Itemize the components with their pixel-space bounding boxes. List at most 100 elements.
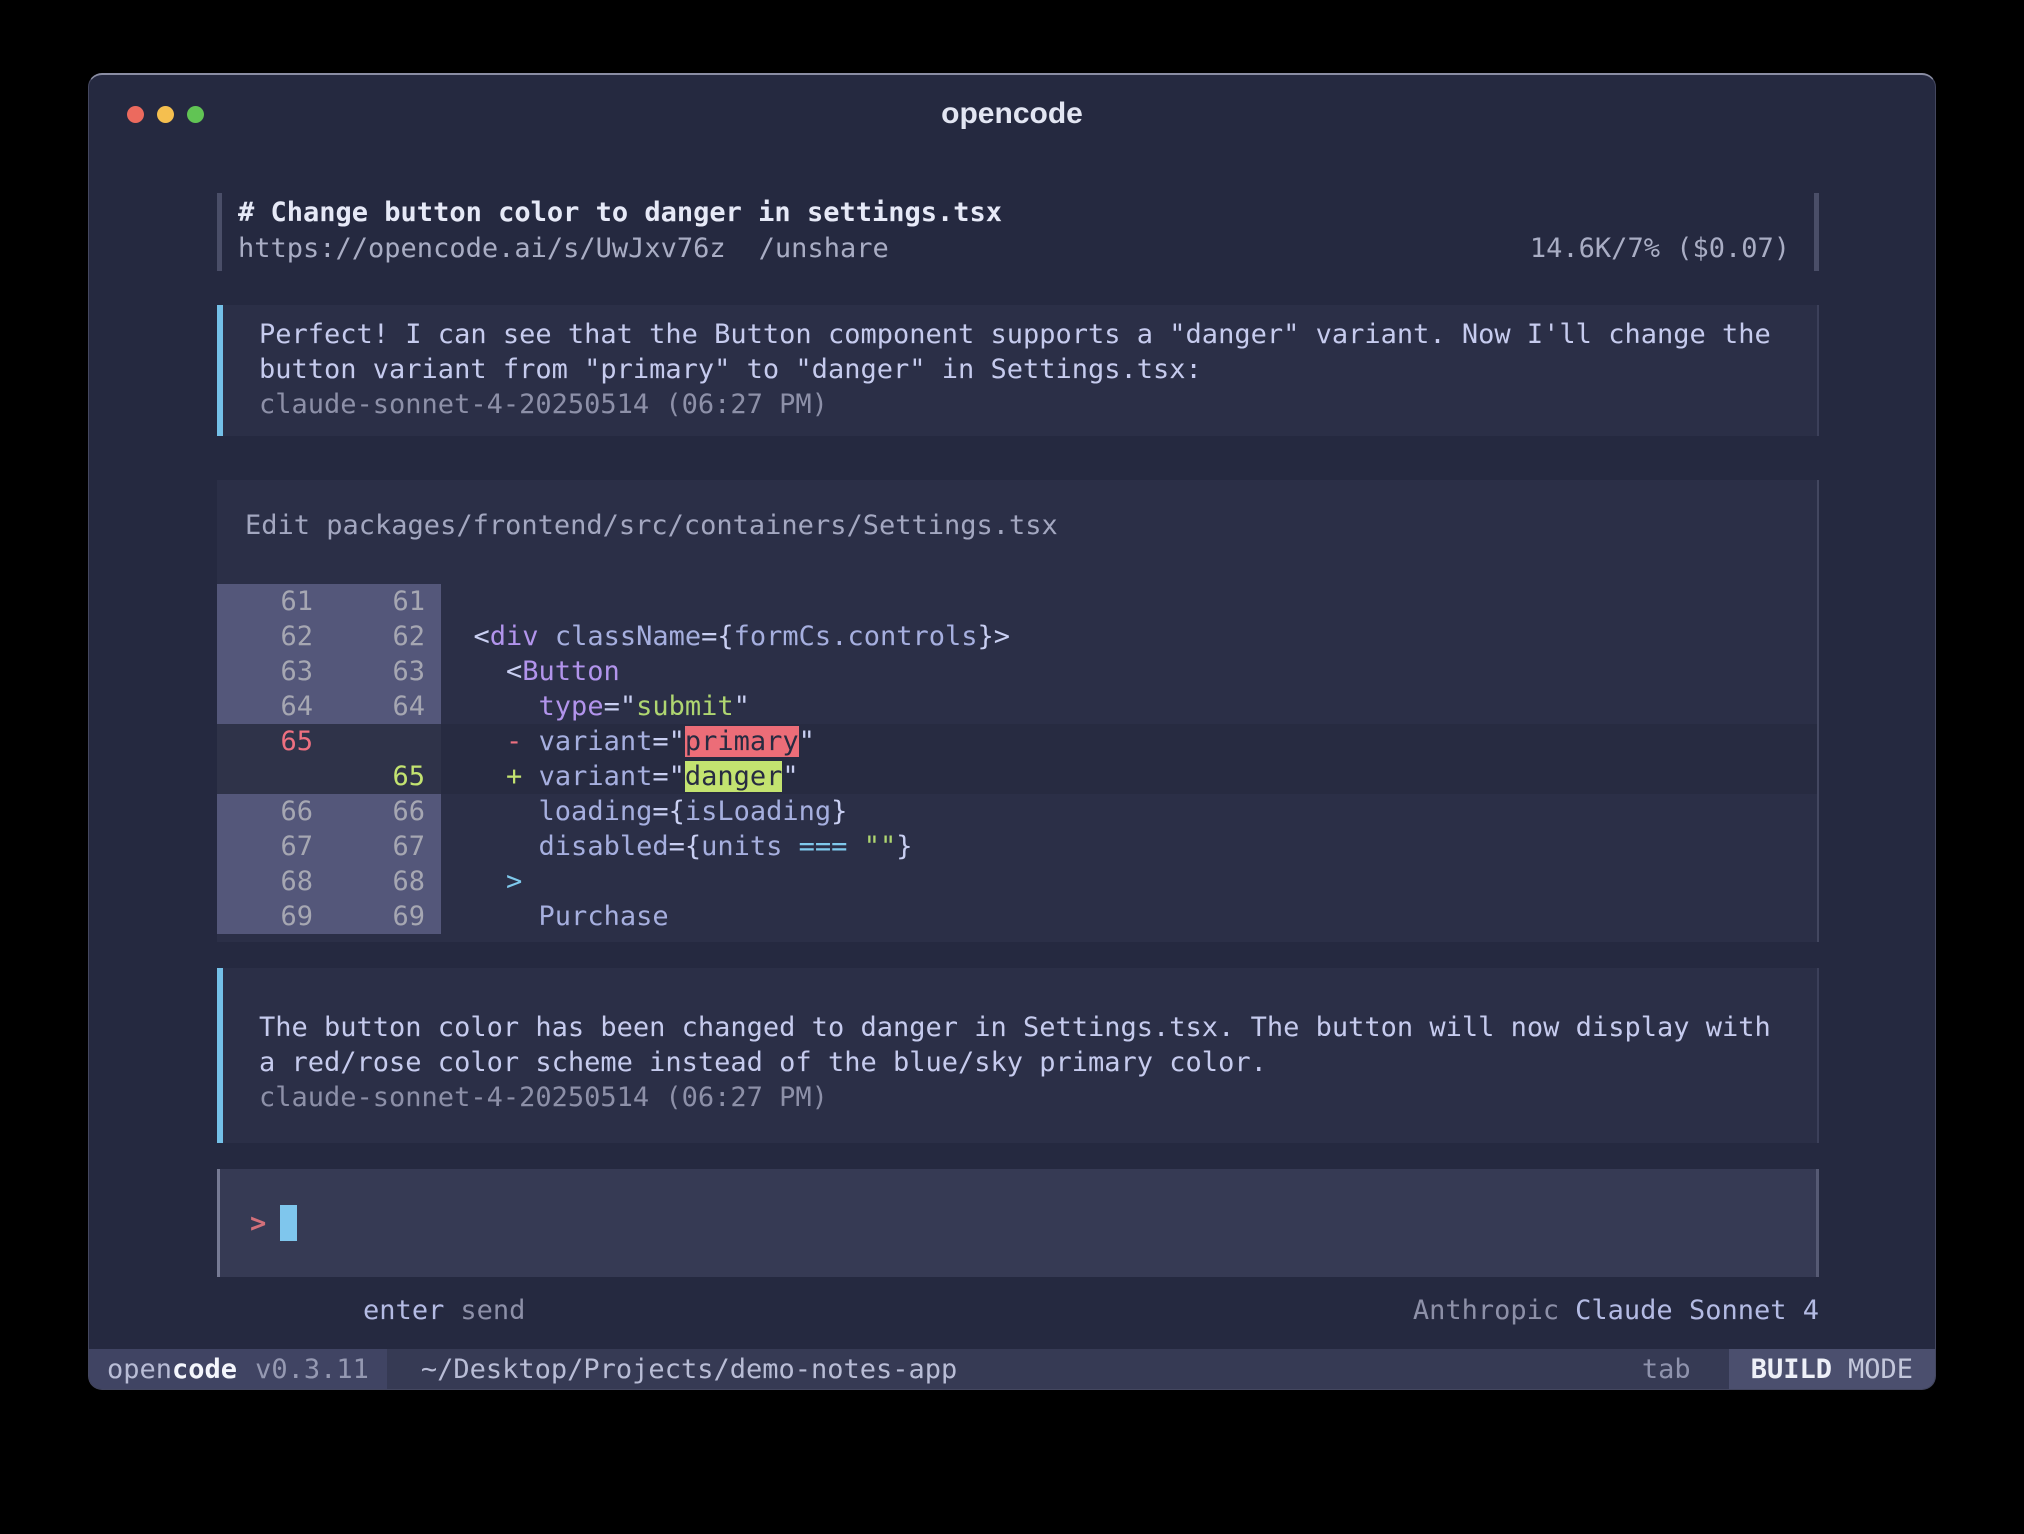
line-number-new: 63 — [329, 654, 441, 689]
code-token — [539, 621, 555, 652]
diff-row: 6767 disabled={units === ""} — [217, 829, 1817, 864]
provider-label: Anthropic — [1413, 1295, 1559, 1326]
code-token — [522, 761, 538, 792]
line-number-old: 64 — [217, 689, 329, 724]
model-timestamp: claude-sonnet-4-20250514 (06:27 PM) — [259, 1080, 1793, 1115]
code-token — [441, 761, 506, 792]
code-token: disabled — [539, 831, 669, 862]
terminal-content: # Change button color to danger in setti… — [89, 153, 1935, 1349]
code-line: <Button — [441, 654, 1817, 689]
code-token: =" — [604, 691, 637, 722]
diff-row: 6262 <div className={formCs.controls}> — [217, 619, 1817, 654]
line-number-old: 66 — [217, 794, 329, 829]
code-token — [847, 831, 863, 862]
maximize-button[interactable] — [187, 106, 204, 123]
share-url[interactable]: https://opencode.ai/s/UwJxv76z — [238, 231, 726, 267]
enter-key-hint: enter — [363, 1295, 444, 1326]
statusbar-spacer — [957, 1349, 1642, 1389]
code-token — [441, 831, 539, 862]
code-line — [441, 584, 1817, 619]
line-number-new: 64 — [329, 689, 441, 724]
minimize-button[interactable] — [157, 106, 174, 123]
assistant-message: The button color has been changed to dan… — [217, 968, 1819, 1143]
mode-name: BUILD — [1751, 1354, 1832, 1385]
code-token: ={ — [652, 796, 685, 827]
line-number-old: 62 — [217, 619, 329, 654]
code-token: formCs.controls — [734, 621, 978, 652]
diff-row: 65 - variant="primary" — [217, 724, 1817, 759]
code-token: "" — [864, 831, 897, 862]
model-timestamp: claude-sonnet-4-20250514 (06:27 PM) — [259, 387, 1793, 422]
session-meta: https://opencode.ai/s/UwJxv76z /unshare … — [238, 231, 1790, 267]
mode-suffix: MODE — [1848, 1354, 1913, 1385]
window-title: opencode — [89, 97, 1935, 131]
diff-row: 6969 Purchase — [217, 899, 1817, 934]
prompt-input[interactable]: > — [217, 1169, 1819, 1277]
code-token — [441, 691, 539, 722]
code-token: variant — [539, 761, 653, 792]
close-button[interactable] — [127, 106, 144, 123]
code-token: danger — [685, 761, 783, 792]
message-line: Perfect! I can see that the Button compo… — [259, 317, 1793, 352]
code-token: className — [555, 621, 701, 652]
mode-segment[interactable]: BUILD MODE — [1729, 1349, 1935, 1389]
line-number-new: 62 — [329, 619, 441, 654]
message-line: a red/rose color scheme instead of the b… — [259, 1045, 1793, 1080]
code-token: div — [490, 621, 539, 652]
code-token: < — [441, 656, 522, 687]
code-line: type="submit" — [441, 689, 1817, 724]
code-line: - variant="primary" — [441, 724, 1817, 759]
session-title: # Change button color to danger in setti… — [238, 195, 1790, 231]
code-token: type — [539, 691, 604, 722]
code-token: variant — [539, 726, 653, 757]
code-token — [441, 726, 506, 757]
token-usage: 14.6K/7% ($0.07) — [1530, 231, 1790, 267]
text-cursor — [280, 1205, 297, 1241]
send-hint-group: enter send — [233, 1264, 525, 1357]
code-line: loading={isLoading} — [441, 794, 1817, 829]
session-header: # Change button color to danger in setti… — [217, 193, 1819, 271]
line-number-old: 65 — [217, 724, 329, 759]
app-name-prefix: open — [107, 1354, 172, 1385]
code-token: - — [506, 726, 522, 757]
diff-view: 61616262 <div className={formCs.controls… — [217, 584, 1817, 934]
code-token: =" — [652, 726, 685, 757]
code-line: + variant="danger" — [441, 759, 1817, 794]
code-line: Purchase — [441, 899, 1817, 934]
working-directory: ~/Desktop/Projects/demo-notes-app — [387, 1349, 957, 1389]
status-bar: opencodev0.3.11 ~/Desktop/Projects/demo-… — [89, 1349, 1935, 1389]
line-number-old — [217, 759, 329, 794]
send-action-hint: send — [460, 1295, 525, 1326]
code-token — [782, 831, 798, 862]
code-token: } — [831, 796, 847, 827]
app-window: opencode # Change button color to danger… — [88, 73, 1936, 1390]
window-controls — [127, 75, 204, 153]
code-token: " — [734, 691, 750, 722]
code-token: ={ — [669, 831, 702, 862]
code-token: Button — [522, 656, 620, 687]
code-token: loading — [539, 796, 653, 827]
code-token — [441, 866, 506, 897]
diff-row: 6666 loading={isLoading} — [217, 794, 1817, 829]
code-line: > — [441, 864, 1817, 899]
code-token: " — [782, 761, 798, 792]
code-token: === — [799, 831, 848, 862]
diff-row: 6464 type="submit" — [217, 689, 1817, 724]
code-token: =" — [652, 761, 685, 792]
model-info: AnthropicClaude Sonnet 4 — [1283, 1264, 1819, 1357]
line-number-new: 67 — [329, 829, 441, 864]
hint-bar: entersend AnthropicClaude Sonnet 4 — [217, 1293, 1819, 1328]
line-number-new: 66 — [329, 794, 441, 829]
edit-tool-block: Edit packages/frontend/src/containers/Se… — [217, 480, 1819, 942]
line-number-old: 68 — [217, 864, 329, 899]
code-token: " — [799, 726, 815, 757]
tab-key-hint[interactable]: tab — [1642, 1349, 1729, 1389]
line-number-new — [329, 724, 441, 759]
code-token: + — [506, 761, 522, 792]
code-token: ={ — [701, 621, 734, 652]
code-token — [441, 796, 539, 827]
line-number-old: 69 — [217, 899, 329, 934]
unshare-command[interactable]: /unshare — [759, 231, 889, 267]
app-version: v0.3.11 — [255, 1354, 369, 1385]
line-number-new: 69 — [329, 899, 441, 934]
